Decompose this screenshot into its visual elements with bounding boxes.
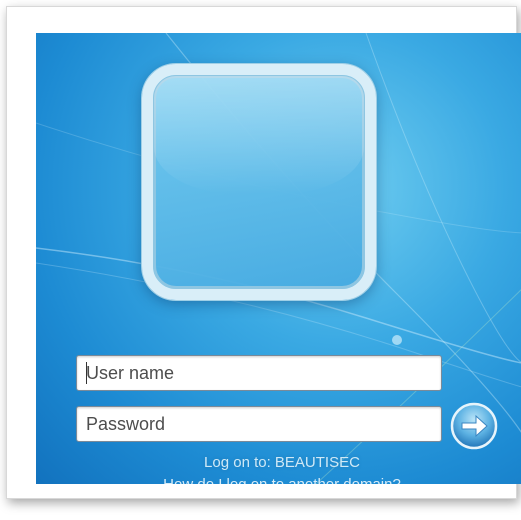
password-input[interactable]: [76, 406, 442, 442]
user-tile-icon: [142, 64, 376, 300]
screenshot-frame: Log on to: BEAUTISEC How do I log on to …: [6, 6, 521, 499]
logon-domain-text: Log on to: BEAUTISEC: [204, 454, 360, 471]
other-domain-link[interactable]: How do I log on to another domain?: [36, 476, 521, 484]
logon-screen: Log on to: BEAUTISEC How do I log on to …: [36, 33, 521, 484]
arrow-right-icon: [450, 402, 498, 450]
username-input[interactable]: [76, 355, 442, 391]
text-cursor: [86, 362, 87, 384]
submit-button[interactable]: [450, 402, 498, 450]
